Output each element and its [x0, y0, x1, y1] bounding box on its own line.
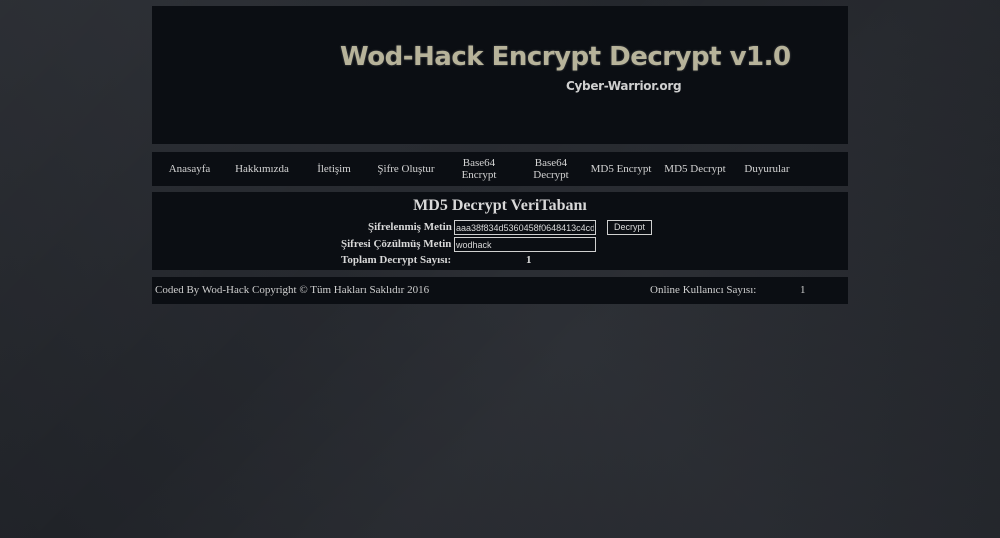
copyright-text: Coded By Wod-Hack Copyright © Tüm Haklar… [155, 284, 430, 296]
nav-item-sifre-olustur[interactable]: Şifre Oluştur [370, 152, 442, 186]
panel-title: MD5 Decrypt VeriTabanı [413, 197, 587, 214]
decrypt-button[interactable]: Decrypt [607, 220, 653, 235]
encrypted-text-label: Şifrelenmiş Metin [368, 221, 452, 233]
decrypted-text-input[interactable] [454, 237, 596, 252]
nav-item-md5-decrypt[interactable]: MD5 Decrypt [660, 152, 730, 186]
nav-item-anasayfa[interactable]: Anasayfa [162, 152, 217, 186]
decrypt-panel: MD5 Decrypt VeriTabanı Şifrelenmiş Metin… [152, 192, 848, 270]
page-container: Wod-Hack Encrypt Decrypt v1.0 Cyber-Warr… [152, 6, 848, 304]
encrypted-text-input[interactable] [454, 220, 596, 235]
nav-item-hakkimizda[interactable]: Hakkımızda [228, 152, 296, 186]
nav-item-duyurular[interactable]: Duyurular [740, 152, 794, 186]
site-header: Wod-Hack Encrypt Decrypt v1.0 Cyber-Warr… [152, 6, 848, 144]
nav-item-base64-decrypt[interactable]: Base64 Decrypt [526, 152, 576, 186]
nav-item-base64-encrypt[interactable]: Base64 Encrypt [454, 152, 504, 186]
site-footer: Coded By Wod-Hack Copyright © Tüm Haklar… [152, 277, 848, 304]
total-decrypt-count: 1 [526, 254, 532, 266]
total-decrypt-label: Toplam Decrypt Sayısı: [341, 254, 452, 266]
nav-item-md5-encrypt[interactable]: MD5 Encrypt [588, 152, 654, 186]
online-users-label: Online Kullanıcı Sayısı: [650, 284, 757, 296]
site-subtitle: Cyber-Warrior.org [566, 79, 682, 93]
online-users-count: 1 [800, 284, 806, 296]
decrypted-text-label: Şifresi Çözülmüş Metin [341, 238, 452, 250]
nav-item-iletisim[interactable]: İletişim [310, 152, 358, 186]
main-nav: Anasayfa Hakkımızda İletişim Şifre Oluşt… [152, 152, 848, 186]
site-title: Wod-Hack Encrypt Decrypt v1.0 [340, 42, 791, 72]
